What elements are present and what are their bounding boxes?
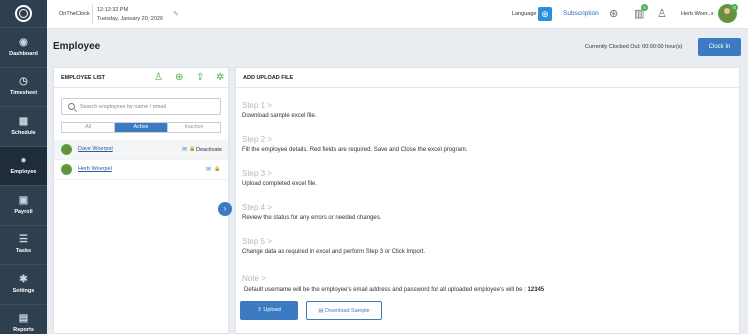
nav-dashboard[interactable]: ◉ Dashboard: [0, 28, 47, 68]
download-sample-button[interactable]: ▤ Download Sample: [306, 301, 382, 320]
step-heading: Step 5 >: [242, 237, 273, 246]
upload-label: Upload: [263, 307, 281, 313]
step-heading: Step 2 >: [242, 135, 273, 144]
filter-inactive[interactable]: Inactive: [167, 123, 220, 132]
nav-label: Tasks: [15, 248, 32, 255]
dashboard-icon: ◉: [19, 36, 28, 48]
nav-settings[interactable]: ✱ Settings: [0, 265, 47, 305]
add-user-icon[interactable]: ♙: [154, 72, 163, 83]
nav-label: Dashboard: [9, 50, 38, 57]
search-box: [61, 98, 221, 115]
lock-icon[interactable]: 🔒: [189, 146, 195, 152]
nav-timesheet[interactable]: ◷ Timesheet: [0, 68, 47, 107]
wallet-icon: ▣: [18, 194, 29, 206]
top-bar: OnTheClock 12:12:32 PM Tuesday, January …: [47, 0, 748, 29]
expand-arrow-icon[interactable]: ›: [218, 202, 232, 216]
avatar-badge: 0: [731, 4, 738, 11]
gear-icon[interactable]: ✲: [216, 72, 224, 83]
nav-label: Timesheet: [9, 90, 38, 97]
logo-icon: [15, 5, 32, 22]
employee-name[interactable]: Herb Woerpel: [78, 166, 112, 172]
nav-schedule[interactable]: ▦ Schedule: [0, 107, 47, 147]
step-heading: Step 1 >: [242, 101, 273, 110]
step-text: Upload completed excel file.: [242, 181, 318, 187]
search-input[interactable]: [80, 101, 218, 112]
note-text: Default username will be the employee's …: [244, 287, 544, 293]
app-logo[interactable]: [0, 0, 47, 28]
add-circle-icon[interactable]: ⊕: [175, 72, 183, 83]
sidebar: ◉ Dashboard ◷ Timesheet ▦ Schedule ● Employe…: [0, 0, 47, 334]
people-icon: ●: [20, 155, 27, 167]
nav-label: Payroll: [14, 208, 33, 215]
edit-icon[interactable]: ✎: [173, 10, 179, 18]
calendar-icon: ▦: [18, 115, 29, 127]
current-date: Tuesday, January 20, 2026: [97, 16, 164, 22]
subscription-link[interactable]: Subscription: [563, 10, 599, 17]
current-time: 12:12:32 PM: [97, 7, 129, 13]
tasks-icon: ☰: [19, 234, 28, 246]
clock-in-button[interactable]: Clock In: [698, 38, 741, 56]
filter-active[interactable]: Active: [114, 123, 167, 132]
upload-title: ADD UPLOAD FILE: [243, 75, 294, 81]
nav-reports[interactable]: ▤ Reports: [0, 305, 47, 334]
step-text: Fill the employee details. Red fields ar…: [242, 147, 468, 153]
nav-employee[interactable]: ● Employee: [0, 146, 47, 186]
page-title: Employee: [53, 41, 101, 52]
employee-list-title: EMPLOYEE LIST: [61, 75, 106, 81]
notification-badge: 0: [641, 4, 648, 11]
help-icon[interactable]: ⊛: [609, 8, 618, 20]
download-sample-label: Download Sample: [325, 308, 370, 314]
reports-icon: ▤: [18, 313, 29, 325]
nav-label: Settings: [12, 287, 35, 294]
export-icon[interactable]: ⇪: [196, 72, 204, 83]
datetime: 12:12:32 PM Tuesday, January 20, 2026: [97, 6, 163, 24]
avatar: [61, 144, 72, 155]
email-icon[interactable]: ✉: [182, 146, 187, 153]
default-password: 12345: [527, 287, 545, 293]
search-icon: [68, 103, 75, 110]
clock-icon: ◷: [19, 76, 28, 88]
nav-label: Schedule: [11, 129, 36, 136]
clock-status: Currently Clocked Out: 00:00:00 hour(s): [585, 44, 683, 50]
divider: [92, 5, 93, 24]
note-heading: Note >: [242, 274, 266, 283]
upload-button[interactable]: ⇪ Upload: [240, 301, 298, 320]
employee-list-panel: EMPLOYEE LIST ♙ ⊕ ⇪ ✲ All Active Inactiv…: [53, 67, 229, 334]
deactivate-link[interactable]: Deactivate: [196, 147, 222, 153]
status-filter: All Active Inactive: [61, 122, 221, 133]
step-heading: Step 4 >: [242, 203, 273, 212]
gear-icon: ✱: [19, 273, 28, 285]
nav-label: Employee: [10, 169, 37, 176]
chevron-down-icon[interactable]: ▾: [711, 11, 714, 17]
nav-payroll[interactable]: ▣ Payroll: [0, 186, 47, 226]
step-heading: Step 3 >: [242, 169, 273, 178]
lock-icon[interactable]: 🔒: [214, 166, 220, 172]
step-text: Review the status for any errors or need…: [242, 215, 382, 221]
avatar: [61, 164, 72, 175]
step-text: Change data as required in excel and per…: [242, 249, 426, 255]
nav-label: Reports: [13, 327, 34, 334]
user-icon[interactable]: ♙: [657, 8, 667, 20]
upload-panel: ADD UPLOAD FILE Step 1 > Download sample…: [235, 67, 740, 334]
email-icon[interactable]: ✉: [206, 166, 211, 173]
step-text: Download sample excel file.: [242, 113, 317, 119]
nav-tasks[interactable]: ☰ Tasks: [0, 226, 47, 265]
panel-header: ADD UPLOAD FILE: [236, 68, 739, 88]
panel-header: EMPLOYEE LIST ♙ ⊕ ⇪ ✲: [54, 68, 228, 88]
globe-icon[interactable]: ⊕: [538, 7, 552, 21]
app-name: OnTheClock: [59, 11, 90, 17]
list-item[interactable]: Herb Woerpel ✉ 🔒: [54, 160, 228, 180]
user-name[interactable]: Herb Woer...: [681, 11, 712, 17]
language-label: Language: [512, 11, 537, 17]
list-item[interactable]: Dave Woerpel ✉ 🔒 Deactivate: [54, 140, 228, 160]
note-body: Default username will be the employee's …: [244, 287, 526, 293]
employee-name[interactable]: Dave Woerpel: [78, 146, 113, 152]
filter-all[interactable]: All: [62, 123, 114, 132]
